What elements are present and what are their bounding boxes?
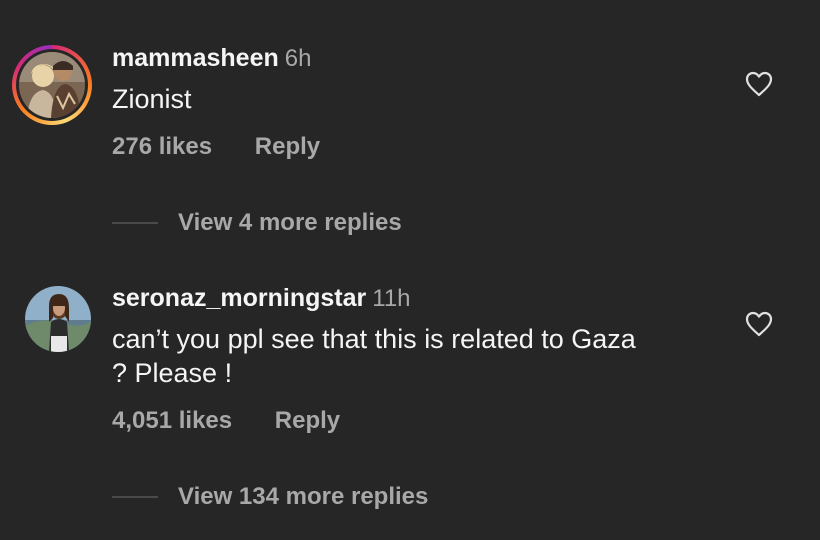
reply-button[interactable]: Reply	[275, 407, 340, 435]
comment-text: can’t you ppl see that this is related t…	[112, 322, 636, 390]
view-more-replies-button[interactable]: View 134 more replies	[112, 483, 428, 511]
comment-timestamp: 11h	[372, 285, 411, 312]
comment-text-line: ? Please !	[112, 358, 233, 388]
comment-meta: 4,051 likes Reply	[112, 407, 340, 435]
replies-divider-line	[112, 496, 158, 498]
comment-username[interactable]: seronaz_morningstar 11h	[112, 284, 411, 313]
comment-item: seronaz_morningstar 11h can’t you ppl see…	[0, 0, 820, 510]
heart-icon[interactable]	[745, 311, 773, 337]
likes-count[interactable]: 4,051 likes	[112, 407, 232, 435]
comment-text-line: can’t you ppl see that this is related t…	[112, 324, 636, 354]
username-text[interactable]: seronaz_morningstar	[112, 284, 366, 312]
view-more-replies-label: View 134 more replies	[178, 483, 429, 510]
avatar[interactable]	[25, 286, 91, 352]
